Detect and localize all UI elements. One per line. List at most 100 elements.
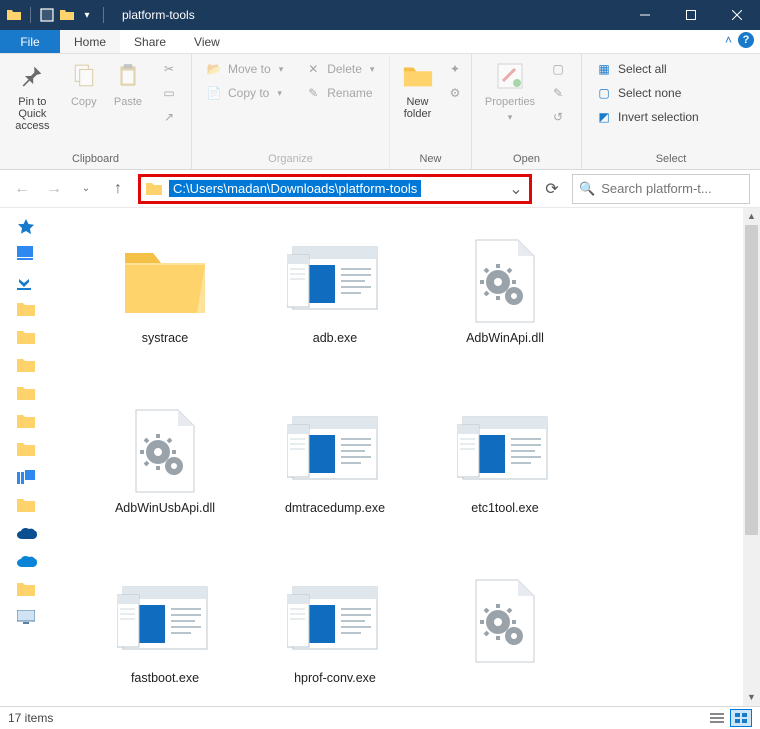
quick-access-toolbar: ▾	[0, 7, 114, 23]
address-dropdown-icon[interactable]: ⌄	[507, 179, 525, 199]
monitor-icon[interactable]	[17, 610, 35, 628]
copy-button[interactable]: Copy	[65, 58, 103, 110]
desktop-icon[interactable]	[17, 246, 35, 264]
navigation-bar: ← → ⌄ ↑ C:\Users\madan\Downloads\platfor…	[0, 170, 760, 208]
rename-icon: ✎	[305, 85, 321, 101]
delete-button[interactable]: ✕Delete▾	[297, 58, 382, 80]
file-label: etc1tool.exe	[471, 500, 538, 516]
navigation-pane[interactable]	[0, 208, 52, 706]
exe-icon	[286, 402, 384, 500]
cut-button[interactable]: ✂	[153, 58, 185, 80]
new-folder-icon	[402, 60, 434, 92]
collapse-ribbon-icon[interactable]: ˄	[725, 33, 732, 47]
paste-button[interactable]: Paste	[109, 58, 147, 110]
quick-access-icon[interactable]	[17, 218, 35, 236]
qat-dropdown-icon[interactable]: ▾	[79, 7, 95, 23]
clipboard-small-buttons: ✂ ▭ ↗	[153, 58, 185, 128]
folder-icon[interactable]	[17, 414, 35, 432]
maximize-button[interactable]	[668, 0, 714, 30]
folder-icon[interactable]	[17, 358, 35, 376]
recent-locations-button[interactable]: ⌄	[74, 177, 98, 201]
history-icon: ↺	[550, 109, 566, 125]
up-button[interactable]: ↑	[106, 177, 130, 201]
folder-icon[interactable]	[17, 386, 35, 404]
chevron-down-icon: ▾	[370, 64, 375, 75]
refresh-button[interactable]: ⟳	[540, 179, 564, 199]
select-none-icon: ▢	[596, 85, 612, 101]
search-box[interactable]: 🔍	[572, 174, 750, 204]
vertical-scrollbar[interactable]: ▲ ▼	[743, 208, 760, 706]
scroll-down-button[interactable]: ▼	[743, 689, 760, 706]
new-item-button[interactable]: ✦	[445, 58, 465, 80]
path-icon: ▭	[161, 85, 177, 101]
details-view-button[interactable]	[706, 709, 728, 727]
scroll-thumb[interactable]	[745, 225, 758, 535]
address-path[interactable]: C:\Users\madan\Downloads\platform-tools	[169, 180, 421, 197]
shortcut-icon: ↗	[161, 109, 177, 125]
window-title: platform-tools	[114, 8, 622, 22]
open-button[interactable]: ▢	[548, 58, 568, 80]
group-clipboard: Pin to Quick access Copy Paste ✂ ▭ ↗ Cli…	[0, 54, 192, 169]
tab-share[interactable]: Share	[120, 30, 180, 53]
rename-button[interactable]: ✎Rename	[297, 82, 382, 104]
minimize-button[interactable]	[622, 0, 668, 30]
exe-icon	[456, 402, 554, 500]
back-button[interactable]: ←	[10, 177, 34, 201]
properties-icon[interactable]	[39, 7, 55, 23]
easy-access-button[interactable]: ⚙	[445, 82, 465, 104]
file-item[interactable]: systrace	[80, 228, 250, 398]
file-item[interactable]: fastboot.exe	[80, 568, 250, 706]
icons-view-button[interactable]	[730, 709, 752, 727]
new-folder-icon[interactable]	[59, 7, 75, 23]
file-item[interactable]: hprof-conv.exe	[250, 568, 420, 706]
onedrive-icon[interactable]	[17, 526, 35, 544]
search-input[interactable]	[601, 181, 743, 196]
file-item[interactable]: AdbWinUsbApi.dll	[80, 398, 250, 568]
paste-shortcut-button[interactable]: ↗	[153, 106, 185, 128]
copy-path-button[interactable]: ▭	[153, 82, 185, 104]
file-item[interactable]: AdbWinApi.dll	[420, 228, 590, 398]
move-to-button[interactable]: 📂Move to▾	[198, 58, 291, 80]
new-folder-button[interactable]: New folder	[396, 58, 439, 122]
folder-icon[interactable]	[17, 330, 35, 348]
folder-icon[interactable]	[17, 498, 35, 516]
scroll-up-button[interactable]: ▲	[743, 208, 760, 225]
downloads-icon[interactable]	[17, 274, 35, 292]
file-item[interactable]: etc1tool.exe	[420, 398, 590, 568]
close-button[interactable]	[714, 0, 760, 30]
invert-selection-button[interactable]: ◩Invert selection	[588, 106, 707, 128]
select-all-icon: ▦	[596, 61, 612, 77]
forward-button[interactable]: →	[42, 177, 66, 201]
address-bar[interactable]: C:\Users\madan\Downloads\platform-tools …	[138, 174, 532, 204]
file-item[interactable]	[420, 568, 590, 706]
copyto-icon: 📄	[206, 85, 222, 101]
folder-icon[interactable]	[17, 582, 35, 600]
file-list[interactable]: systraceadb.exeAdbWinApi.dll AdbWinUsbApi…	[52, 208, 743, 706]
select-none-button[interactable]: ▢Select none	[588, 82, 707, 104]
copy-to-button[interactable]: 📄Copy to▾	[198, 82, 291, 104]
file-label: AdbWinUsbApi.dll	[115, 500, 215, 516]
tab-file[interactable]: File	[0, 30, 60, 53]
folder-icon[interactable]	[17, 442, 35, 460]
properties-button[interactable]: Properties ▾	[478, 58, 542, 125]
scroll-track[interactable]	[743, 225, 760, 689]
history-button[interactable]: ↺	[548, 106, 568, 128]
search-icon: 🔍	[579, 181, 595, 197]
file-item[interactable]: dmtracedump.exe	[250, 398, 420, 568]
file-item[interactable]: adb.exe	[250, 228, 420, 398]
scissors-icon: ✂	[161, 61, 177, 77]
help-icon[interactable]: ?	[738, 32, 754, 48]
edit-button[interactable]: ✎	[548, 82, 568, 104]
title-bar: ▾ platform-tools	[0, 0, 760, 30]
folder-icon	[6, 7, 22, 23]
tab-view[interactable]: View	[180, 30, 234, 53]
pin-to-quick-access-button[interactable]: Pin to Quick access	[6, 58, 59, 134]
select-all-button[interactable]: ▦Select all	[588, 58, 707, 80]
this-pc-icon[interactable]	[17, 470, 35, 488]
tab-home[interactable]: Home	[60, 30, 120, 53]
onedrive-icon[interactable]	[17, 554, 35, 572]
folder-icon[interactable]	[17, 302, 35, 320]
group-select: ▦Select all ▢Select none ◩Invert selecti…	[582, 54, 760, 169]
group-label: Organize	[198, 151, 383, 167]
properties-icon	[494, 60, 526, 92]
